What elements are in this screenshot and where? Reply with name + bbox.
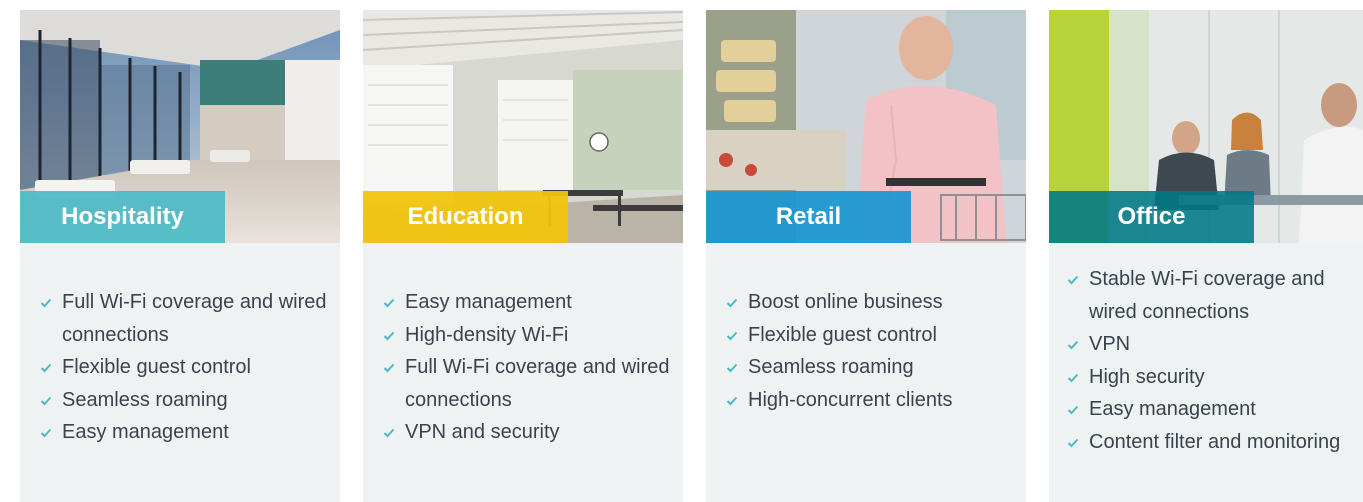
feature-text: Easy management <box>1089 398 1256 420</box>
feature-item: High security <box>1067 361 1355 394</box>
check-icon <box>1067 373 1079 383</box>
check-icon <box>1067 405 1079 415</box>
feature-text: High-concurrent clients <box>748 388 953 411</box>
check-icon <box>1067 438 1079 448</box>
feature-item: VPN <box>1067 328 1355 361</box>
feature-text: Stable Wi-Fi coverage and wired connecti… <box>1089 268 1325 323</box>
check-icon <box>1067 275 1079 285</box>
feature-item: Easy management <box>1067 393 1355 426</box>
feature-text: High security <box>1089 365 1205 388</box>
check-icon <box>383 428 395 438</box>
check-icon <box>726 331 738 341</box>
check-icon <box>726 363 738 373</box>
feature-text: Flexible guest control <box>62 356 251 378</box>
feature-list: Easy management High-density Wi-Fi Full … <box>383 286 675 449</box>
feature-text: Full Wi-Fi coverage and wired connection… <box>405 356 670 411</box>
check-icon <box>383 331 395 341</box>
check-icon <box>40 396 52 406</box>
feature-list: Stable Wi-Fi coverage and wired connecti… <box>1067 263 1355 458</box>
feature-item: Full Wi-Fi coverage and wired connection… <box>40 286 332 351</box>
check-icon <box>1067 340 1079 350</box>
check-icon <box>726 298 738 308</box>
feature-item: Content filter and monitoring <box>1067 426 1355 459</box>
check-icon <box>726 396 738 406</box>
scenario-card-retail[interactable]: Retail Boost online business Flexible gu… <box>706 10 1026 502</box>
feature-text: Full Wi-Fi coverage and wired connection… <box>62 291 327 346</box>
feature-text: Seamless roaming <box>62 388 228 411</box>
category-label[interactable]: Office <box>1049 191 1254 243</box>
check-icon <box>40 363 52 373</box>
feature-item: Flexible guest control <box>726 319 1018 352</box>
category-label[interactable]: Retail <box>706 191 911 243</box>
feature-list: Full Wi-Fi coverage and wired connection… <box>40 286 332 449</box>
feature-text: Flexible guest control <box>748 323 937 346</box>
feature-item: Boost online business <box>726 286 1018 319</box>
feature-text: Easy management <box>62 421 229 443</box>
feature-item: High-concurrent clients <box>726 384 1018 417</box>
feature-list: Boost online business Flexible guest con… <box>726 286 1018 416</box>
category-label[interactable]: Hospitality <box>20 191 225 243</box>
feature-text: Seamless roaming <box>748 356 914 378</box>
scenario-card-hospitality[interactable]: Hospitality Full Wi-Fi coverage and wire… <box>20 10 340 502</box>
feature-item: Easy management <box>383 286 675 319</box>
scenario-card-office[interactable]: Office Stable Wi-Fi coverage and wired c… <box>1049 10 1363 502</box>
feature-item: Full Wi-Fi coverage and wired connection… <box>383 351 675 416</box>
feature-item: Flexible guest control <box>40 351 332 384</box>
feature-item: Seamless roaming <box>40 384 332 417</box>
feature-item: VPN and security <box>383 416 675 449</box>
feature-text: VPN and security <box>405 421 560 443</box>
check-icon <box>383 363 395 373</box>
feature-item: Easy management <box>40 416 332 449</box>
feature-text: Easy management <box>405 291 572 313</box>
feature-text: High-density Wi-Fi <box>405 323 569 346</box>
feature-item: High-density Wi-Fi <box>383 319 675 352</box>
check-icon <box>40 298 52 308</box>
category-label[interactable]: Education <box>363 191 568 243</box>
check-icon <box>40 428 52 438</box>
feature-text: Content filter and monitoring <box>1089 430 1341 453</box>
feature-text: Boost online business <box>748 291 943 313</box>
feature-text: VPN <box>1089 333 1131 355</box>
scenario-card-education[interactable]: Education Easy management High-density W… <box>363 10 683 502</box>
feature-item: Stable Wi-Fi coverage and wired connecti… <box>1067 263 1355 328</box>
feature-item: Seamless roaming <box>726 351 1018 384</box>
check-icon <box>383 298 395 308</box>
